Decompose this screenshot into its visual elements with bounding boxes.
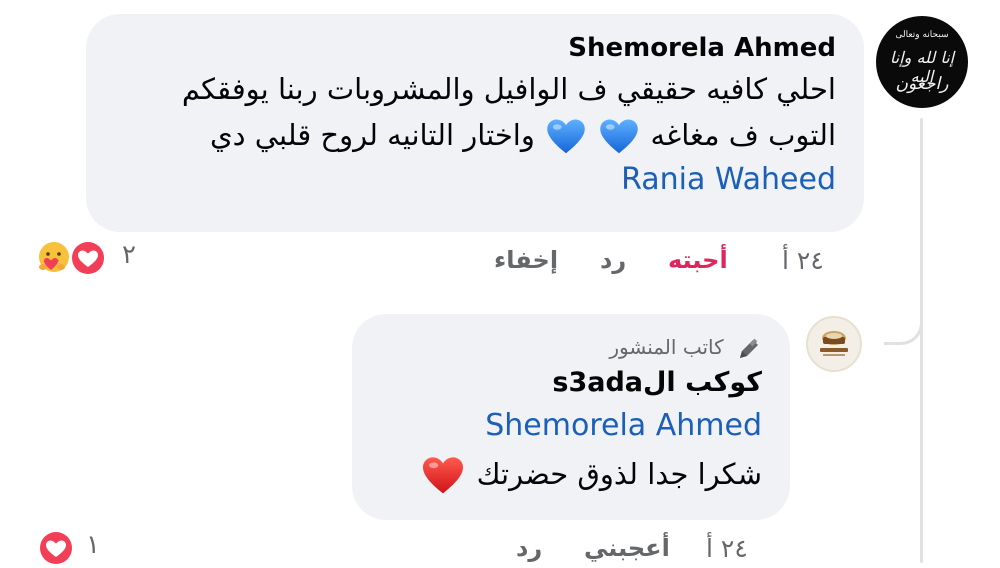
like-action[interactable]: أحبته <box>668 246 728 274</box>
comment-text-end: واختار التانيه لروح قلبي دي <box>209 118 535 152</box>
love-reaction-icon <box>69 239 107 277</box>
comment-text-line2: التوب ف مغاغه واختار التانيه لروح قلبي د… <box>110 112 836 158</box>
reply-action[interactable]: رد <box>600 246 626 274</box>
red-heart-icon <box>423 457 464 494</box>
author-badge-label: كاتب المنشور <box>609 335 724 359</box>
hide-action[interactable]: إخفاء <box>494 246 558 274</box>
pen-icon <box>740 338 758 358</box>
love-reaction-icon <box>37 529 75 567</box>
blue-heart-icon <box>600 119 639 154</box>
reply-text-content: شكرا جدا لذوق حضرتك <box>476 457 762 491</box>
thread-reply-connector <box>884 290 923 345</box>
reply-timestamp[interactable]: ٢٤ أ <box>706 534 748 563</box>
like-action[interactable]: أعجبني <box>584 534 670 562</box>
reaction-summary[interactable]: ١ <box>36 526 106 567</box>
reaction-summary[interactable]: ٢ <box>34 236 144 280</box>
reply-bubble: كاتب المنشور كوكب الs3ada Shemorela Ahme… <box>352 314 790 520</box>
page-logo-icon <box>820 331 848 356</box>
reply-action[interactable]: رد <box>516 534 542 562</box>
tagged-user-link[interactable]: Rania Waheed <box>110 158 836 202</box>
reply-actions: ٢٤ أ أعجبني رد <box>0 532 1000 563</box>
tagged-user-link[interactable]: Shemorela Ahmed <box>376 404 762 448</box>
comment-timestamp[interactable]: ٢٤ أ <box>782 246 824 275</box>
comment-author[interactable]: Shemorela Ahmed <box>110 30 836 66</box>
reaction-count: ١ <box>86 530 100 560</box>
thread-line <box>920 118 923 563</box>
blue-heart-icon <box>547 119 585 154</box>
author-badge: كاتب المنشور <box>376 332 762 362</box>
comment-actions: ٢٤ أ أحبته رد إخفاء <box>0 244 1000 284</box>
comment-text-line1: احلي كافيه حقيقي ف الوافيل والمشروبات رب… <box>181 72 836 106</box>
reply-text: شكرا جدا لذوق حضرتك <box>376 448 762 500</box>
comment-bubble: Shemorela Ahmed احلي كافيه حقيقي ف الواف… <box>86 14 864 232</box>
comment-text-start: التوب ف مغاغه <box>650 118 837 152</box>
avatar[interactable] <box>806 316 862 372</box>
avatar-calligraphy-small: سبحانه وتعالى <box>895 30 949 40</box>
avatar[interactable]: سبحانه وتعالى إنا لله وإنا إليه راجعون <box>876 16 968 108</box>
avatar-calligraphy-bottom: راجعون <box>895 74 949 94</box>
reply-author[interactable]: كوكب الs3ada <box>376 362 762 404</box>
reaction-count: ٢ <box>122 240 136 270</box>
